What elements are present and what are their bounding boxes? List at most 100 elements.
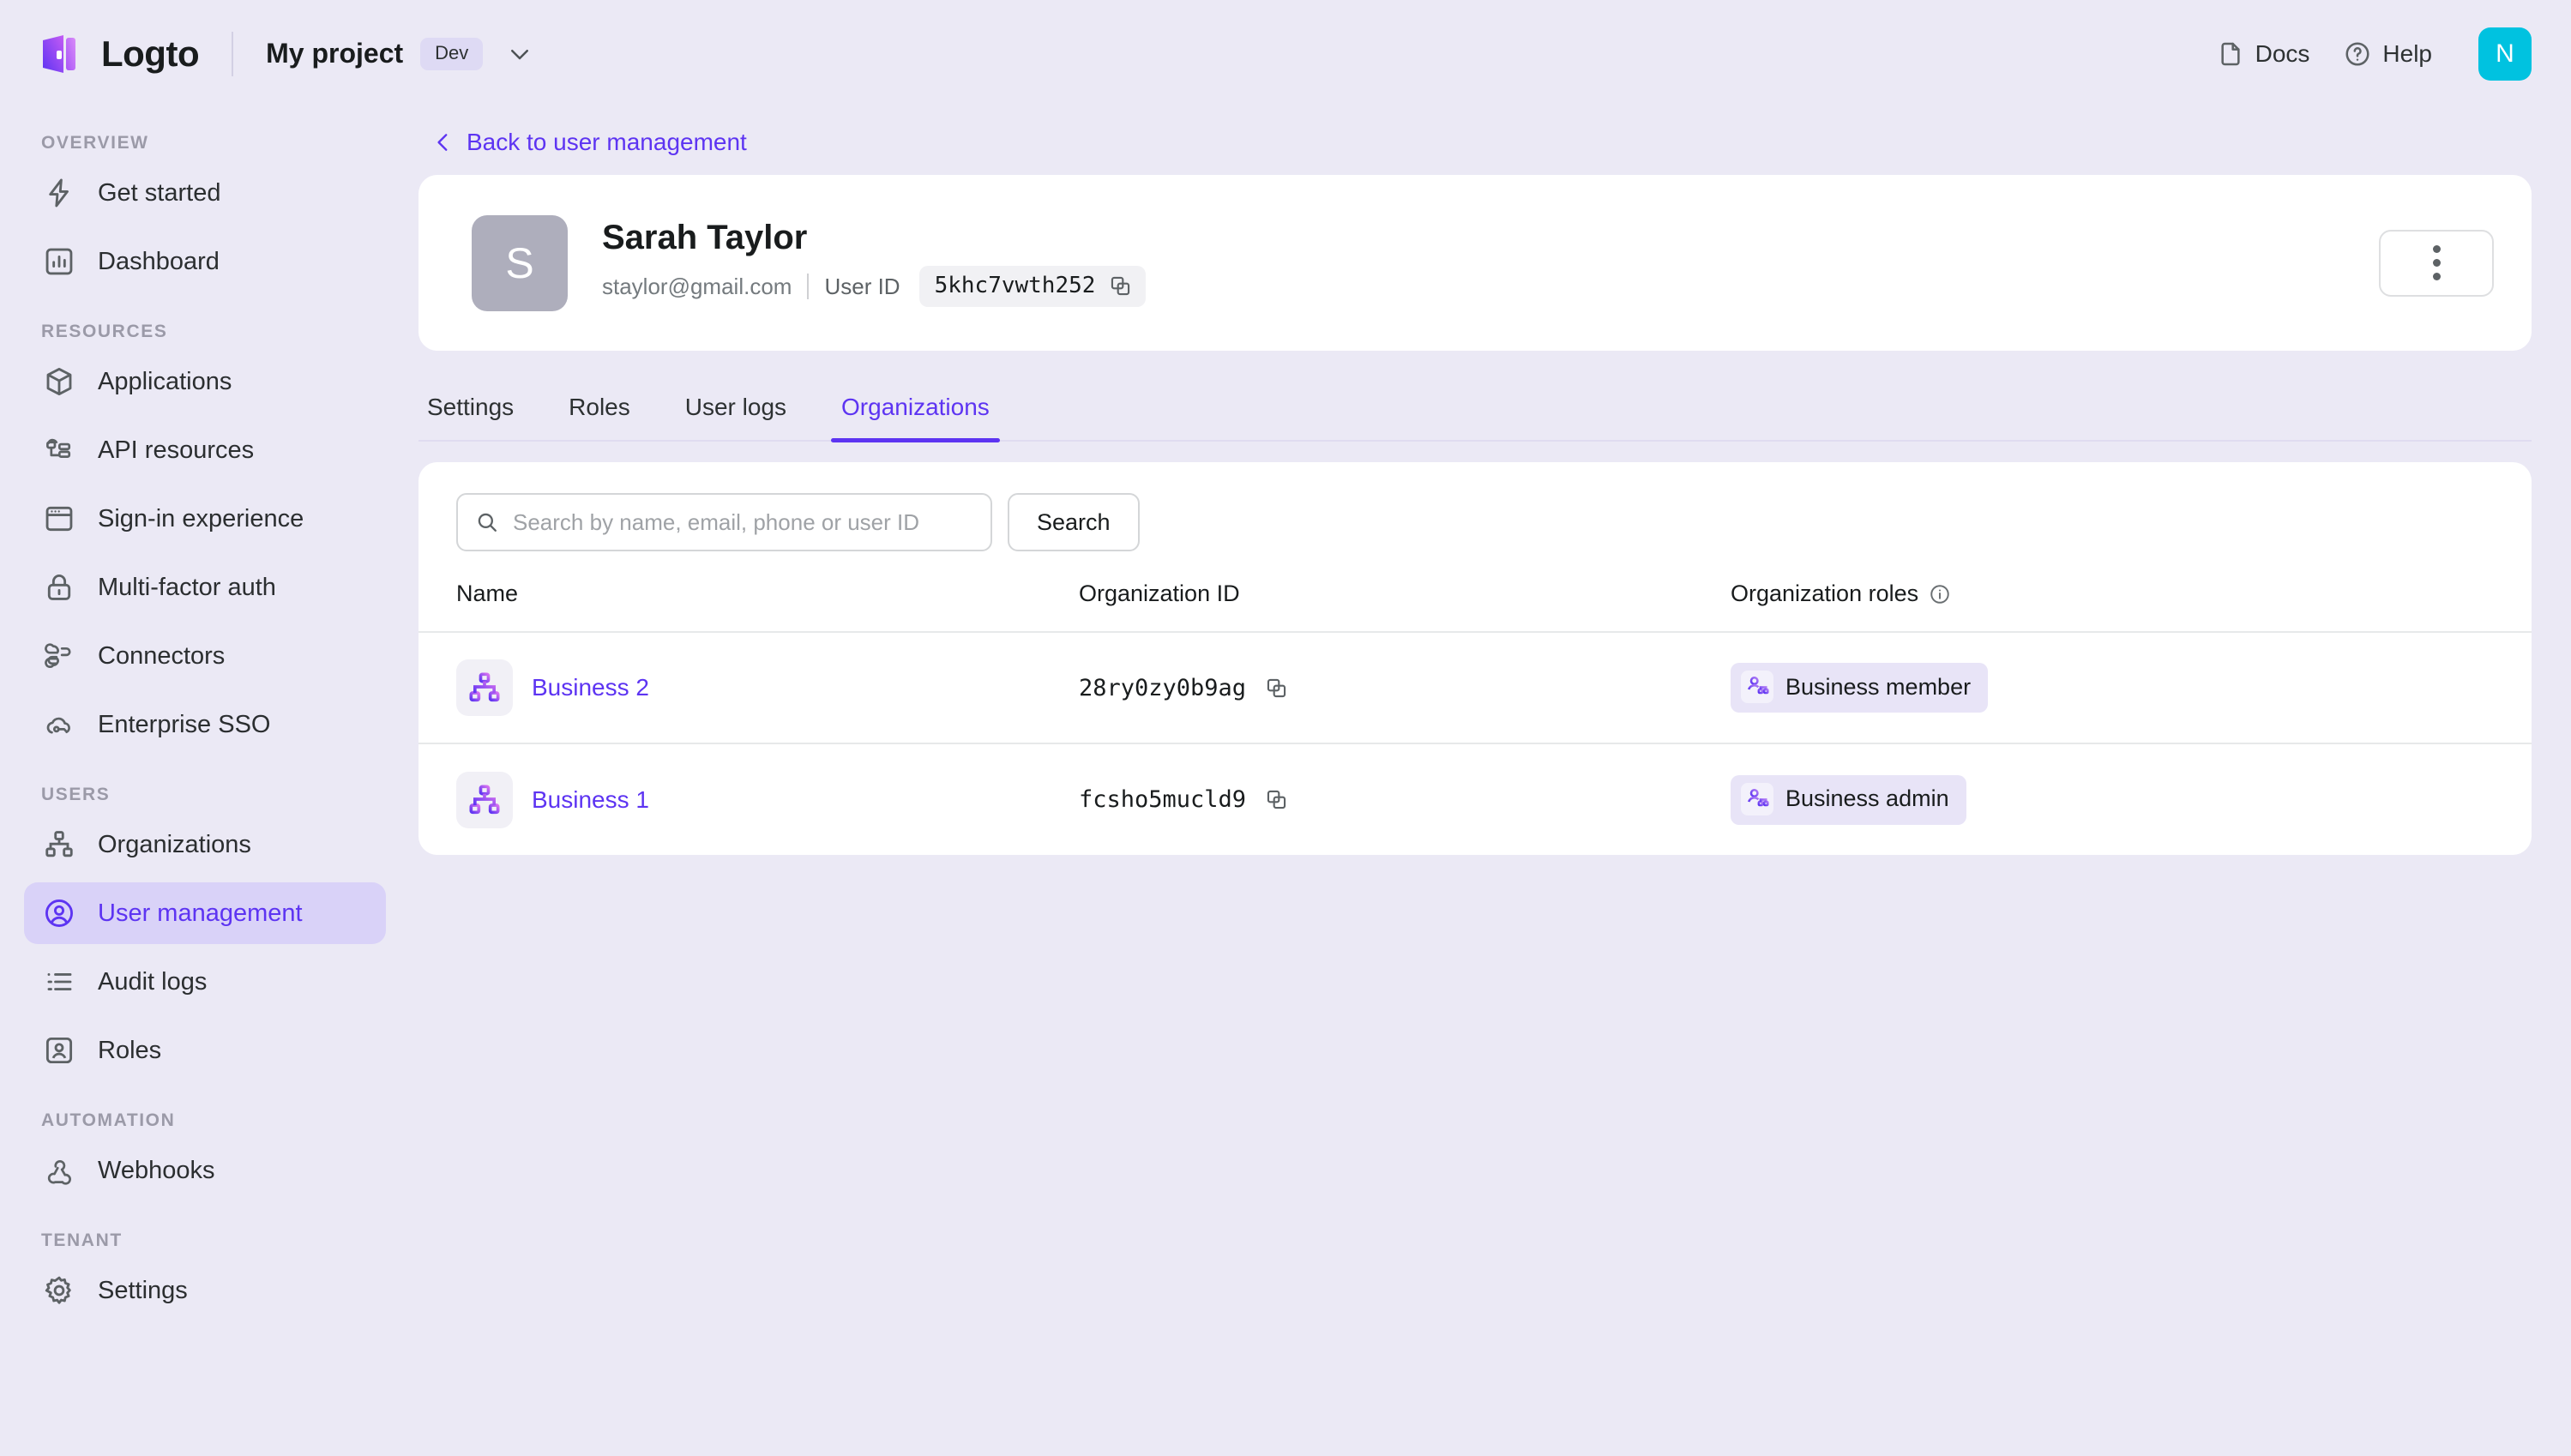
user-avatar-button[interactable]: N bbox=[2478, 27, 2532, 81]
search-row: Search bbox=[418, 462, 2532, 581]
sidebar-item-roles[interactable]: Roles bbox=[24, 1020, 386, 1081]
copy-icon[interactable] bbox=[1265, 677, 1288, 700]
user-meta: Sarah Taylor staylor@gmail.com User ID 5… bbox=[602, 219, 1147, 307]
user-summary-card: S Sarah Taylor staylor@gmail.com User ID… bbox=[418, 175, 2532, 351]
top-bar: Logto My project Dev Docs Help N bbox=[0, 0, 2571, 107]
sidebar-section-users: USERS bbox=[41, 785, 111, 804]
organization-link[interactable]: Business 1 bbox=[532, 786, 649, 814]
info-icon[interactable] bbox=[1929, 583, 1951, 605]
sidebar-item-organizations[interactable]: Organizations bbox=[24, 814, 386, 875]
sidebar-label: User management bbox=[98, 899, 303, 927]
role-name: Business member bbox=[1785, 673, 1972, 700]
help-button[interactable]: Help bbox=[2344, 40, 2432, 68]
user-subinfo: staylor@gmail.com User ID 5khc7vwth252 bbox=[602, 266, 1147, 307]
name-cell: Business 1 bbox=[418, 771, 1079, 828]
cell-organization-roles: Business member bbox=[1731, 632, 2532, 744]
sidebar-item-enterprise-sso[interactable]: Enterprise SSO bbox=[24, 694, 386, 755]
org-role-icon bbox=[1747, 788, 1769, 806]
brand[interactable]: Logto bbox=[38, 32, 200, 76]
topbar-actions: Docs Help N bbox=[2217, 27, 2532, 81]
organization-id-value: fcsho5mucld9 bbox=[1079, 786, 1247, 813]
tab-settings[interactable]: Settings bbox=[427, 368, 541, 440]
organizations-table: Name Organization ID Organization roles bbox=[418, 581, 2532, 855]
docs-button[interactable]: Docs bbox=[2217, 39, 2310, 68]
lock-icon bbox=[47, 574, 71, 600]
user-detail-tabs: Settings Roles User logs Organizations bbox=[418, 368, 2532, 442]
sidebar-item-multi-factor-auth[interactable]: Multi-factor auth bbox=[24, 557, 386, 618]
sidebar-label: Webhooks bbox=[98, 1156, 215, 1184]
more-actions-button[interactable] bbox=[2379, 229, 2494, 297]
project-switcher[interactable]: My project Dev bbox=[266, 37, 533, 70]
header-divider bbox=[232, 31, 234, 76]
sidebar-label: Get started bbox=[98, 178, 221, 207]
sidebar-item-connectors[interactable]: Connectors bbox=[24, 625, 386, 687]
back-link-label: Back to user management bbox=[467, 129, 747, 155]
chevron-left-icon bbox=[437, 134, 448, 151]
list-icon bbox=[47, 973, 72, 990]
sidebar-label: Dashboard bbox=[98, 247, 220, 275]
bolt-icon bbox=[49, 178, 69, 208]
org-tree-icon bbox=[469, 784, 500, 814]
search-button[interactable]: Search bbox=[1008, 493, 1140, 551]
sidebar-item-settings[interactable]: Settings bbox=[24, 1260, 386, 1321]
organizations-table-card: Search Name Organization ID Organization… bbox=[418, 462, 2532, 855]
logto-logo-icon bbox=[43, 34, 75, 73]
sidebar-section-overview: OVERVIEW bbox=[41, 133, 149, 153]
sub-divider bbox=[807, 274, 810, 299]
sidebar-label: Settings bbox=[98, 1276, 188, 1304]
back-to-user-management-link[interactable]: Back to user management bbox=[418, 107, 2532, 175]
gear-icon bbox=[45, 1276, 71, 1304]
user-email: staylor@gmail.com bbox=[602, 273, 792, 299]
kebab-dot bbox=[2432, 273, 2441, 280]
cell-organization-id: 28ry0zy0b9ag bbox=[1079, 632, 1731, 744]
id-cell: fcsho5mucld9 bbox=[1079, 786, 1731, 813]
sidebar-label: Organizations bbox=[98, 830, 251, 858]
cube-icon bbox=[46, 368, 72, 395]
cell-organization-id: fcsho5mucld9 bbox=[1079, 743, 1731, 855]
webhook-icon bbox=[47, 1159, 71, 1185]
sidebar-item-audit-logs[interactable]: Audit logs bbox=[24, 951, 386, 1013]
sidebar-label: Enterprise SSO bbox=[98, 710, 271, 738]
app-root: Logto My project Dev Docs Help N OVERVIE… bbox=[0, 0, 2571, 1456]
docs-label: Docs bbox=[2255, 39, 2310, 67]
copy-icon[interactable] bbox=[1265, 788, 1288, 811]
table-body: Business 2 28ry0zy0b9ag Business member … bbox=[418, 632, 2532, 855]
sidebar-section-automation: AUTOMATION bbox=[41, 1110, 176, 1130]
tab-user-logs[interactable]: User logs bbox=[658, 368, 814, 440]
sidebar-item-dashboard[interactable]: Dashboard bbox=[24, 231, 386, 292]
table-row[interactable]: Business 2 28ry0zy0b9ag Business member bbox=[418, 632, 2532, 744]
tab-organizations[interactable]: Organizations bbox=[814, 368, 1017, 442]
role-badge: Business admin bbox=[1731, 774, 1966, 825]
sidebar-item-user-management[interactable]: User management bbox=[24, 882, 386, 944]
table-row[interactable]: Business 1 fcsho5mucld9 Business admin bbox=[418, 743, 2532, 855]
tab-roles[interactable]: Roles bbox=[541, 368, 658, 440]
sidebar-label: Audit logs bbox=[98, 967, 208, 996]
column-header-name: Name bbox=[418, 581, 1079, 633]
chevron-down-icon bbox=[511, 49, 529, 59]
organization-link[interactable]: Business 2 bbox=[532, 674, 649, 701]
sidebar-item-api-resources[interactable]: API resources bbox=[24, 419, 386, 481]
sidebar: OVERVIEW Get started Dashboard RESOURCES bbox=[0, 107, 410, 1456]
sidebar-item-sign-in-experience[interactable]: Sign-in experience bbox=[24, 488, 386, 550]
user-id-chip[interactable]: 5khc7vwth252 bbox=[918, 266, 1147, 307]
sidebar-item-webhooks[interactable]: Webhooks bbox=[24, 1140, 386, 1201]
main-content: Back to user management S Sarah Taylor s… bbox=[410, 107, 2571, 1456]
sidebar-item-applications[interactable]: Applications bbox=[24, 351, 386, 412]
search-input[interactable] bbox=[513, 508, 973, 536]
column-header-roles-inner: Organization roles bbox=[1731, 581, 1951, 607]
org-avatar bbox=[456, 659, 513, 716]
org-role-icon bbox=[1747, 676, 1769, 695]
search-box[interactable] bbox=[456, 493, 992, 551]
user-name: Sarah Taylor bbox=[602, 219, 808, 256]
sidebar-label: Sign-in experience bbox=[98, 504, 304, 532]
sidebar-item-get-started[interactable]: Get started bbox=[24, 162, 386, 224]
sidebar-section-tenant: TENANT bbox=[41, 1230, 123, 1250]
sidebar-label: Roles bbox=[98, 1036, 162, 1064]
copy-icon[interactable] bbox=[1109, 274, 1132, 298]
cell-organization-roles: Business admin bbox=[1731, 743, 2532, 855]
connectors-icon bbox=[45, 643, 71, 668]
sidebar-label: Applications bbox=[98, 367, 232, 395]
user-avatar: S bbox=[472, 214, 568, 311]
bar-chart-icon bbox=[45, 248, 73, 275]
search-icon bbox=[478, 513, 497, 532]
